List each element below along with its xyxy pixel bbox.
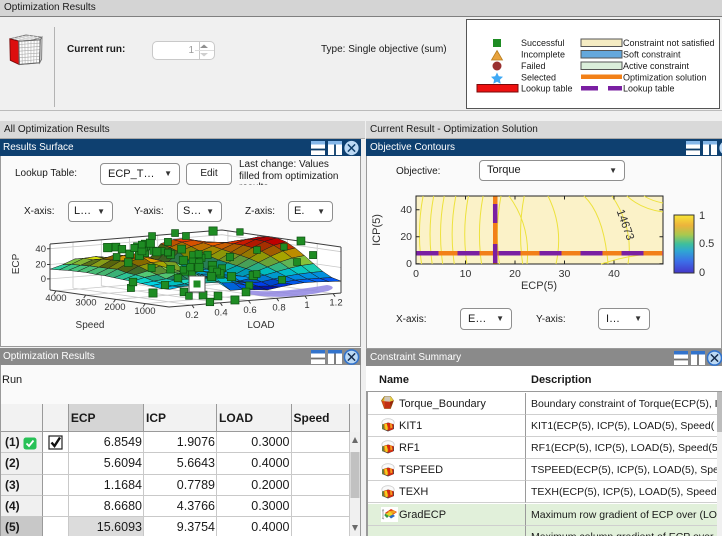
svg-text:2000: 2000 bbox=[104, 302, 125, 313]
svg-text:Selected: Selected bbox=[521, 73, 556, 83]
svg-text:0: 0 bbox=[406, 258, 412, 270]
svg-text:ECP(5): ECP(5) bbox=[521, 280, 557, 292]
svg-text:30: 30 bbox=[559, 268, 571, 280]
svg-text:Soft constraint: Soft constraint bbox=[623, 50, 681, 60]
svg-text:0.2: 0.2 bbox=[185, 310, 198, 321]
svg-text:20: 20 bbox=[400, 231, 412, 243]
svg-text:Incomplete: Incomplete bbox=[521, 50, 565, 60]
svg-text:Lookup table: Lookup table bbox=[623, 84, 675, 94]
svg-text:Lookup table: Lookup table bbox=[521, 84, 573, 94]
svg-text:1: 1 bbox=[699, 210, 705, 222]
svg-text:Successful: Successful bbox=[521, 38, 565, 48]
svg-text:40: 40 bbox=[35, 244, 46, 255]
svg-text:0.8: 0.8 bbox=[272, 303, 285, 314]
svg-text:Speed: Speed bbox=[76, 320, 105, 331]
svg-text:1000: 1000 bbox=[134, 306, 155, 317]
svg-text:LOAD: LOAD bbox=[247, 320, 274, 331]
svg-text:40: 40 bbox=[400, 204, 412, 216]
svg-text:0: 0 bbox=[699, 267, 705, 279]
svg-text:1.2: 1.2 bbox=[329, 298, 342, 309]
svg-text:20: 20 bbox=[509, 268, 521, 280]
svg-text:ECP: ECP bbox=[11, 253, 22, 274]
svg-text:0: 0 bbox=[413, 268, 419, 280]
svg-text:Constraint not satisfied: Constraint not satisfied bbox=[623, 38, 715, 48]
svg-text:ICP(5): ICP(5) bbox=[371, 214, 383, 246]
svg-text:Active constraint: Active constraint bbox=[623, 61, 690, 71]
svg-text:Optimization solution: Optimization solution bbox=[623, 73, 707, 83]
svg-text:1: 1 bbox=[304, 300, 309, 311]
svg-text:3000: 3000 bbox=[75, 298, 96, 309]
svg-text:0.6: 0.6 bbox=[243, 305, 256, 316]
svg-text:0: 0 bbox=[41, 274, 46, 285]
svg-text:0.4: 0.4 bbox=[214, 308, 227, 319]
svg-text:Failed: Failed bbox=[521, 61, 546, 71]
svg-text:20: 20 bbox=[35, 260, 46, 271]
svg-text:0.5: 0.5 bbox=[699, 238, 714, 250]
svg-text:40: 40 bbox=[608, 268, 620, 280]
svg-text:4000: 4000 bbox=[45, 293, 66, 304]
svg-text:10: 10 bbox=[460, 268, 472, 280]
